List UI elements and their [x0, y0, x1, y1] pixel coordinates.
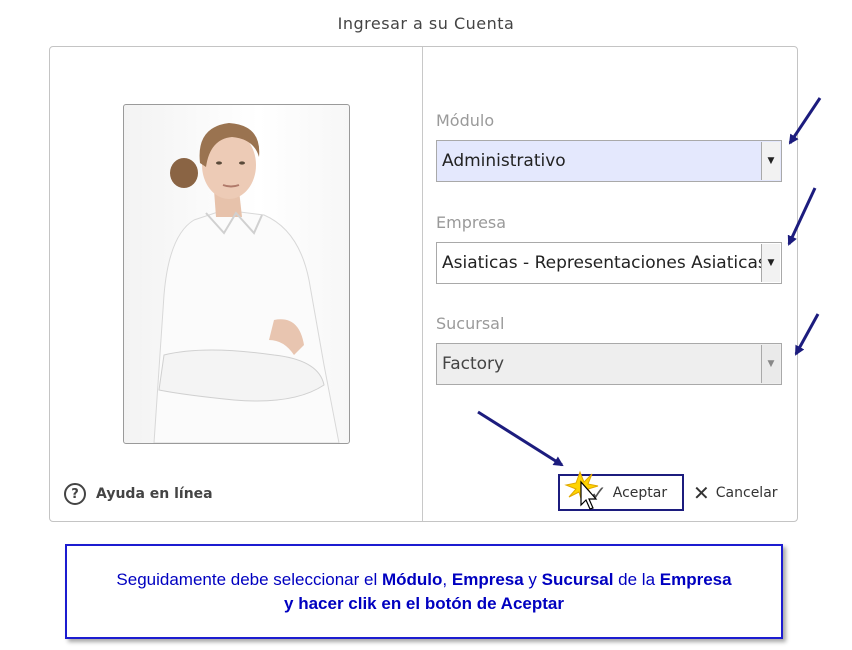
empresa-select[interactable]: Asiaticas - Representaciones Asiaticas ▼ — [436, 242, 782, 284]
question-circle-icon: ? — [64, 483, 86, 505]
accept-button[interactable]: ✓ Aceptar — [558, 474, 684, 511]
modulo-value: Administrativo — [442, 151, 566, 171]
note-text: de la — [613, 569, 660, 589]
accept-label: Aceptar — [612, 484, 668, 501]
cancel-button[interactable]: ✕ Cancelar — [693, 483, 778, 503]
instruction-note: Seguidamente debe seleccionar el Módulo,… — [65, 544, 783, 639]
note-empresa: Empresa — [659, 569, 732, 589]
annotation-arrow-icon — [794, 313, 820, 356]
note-modulo: Módulo — [381, 569, 443, 589]
help-link[interactable]: ? Ayuda en línea — [64, 483, 213, 505]
login-panel: ? Ayuda en línea Módulo Administrativo ▼… — [49, 46, 798, 522]
sucursal-value: Factory — [442, 354, 505, 374]
check-icon: ✓ — [590, 480, 607, 505]
dialog-title: Ingresar a su Cuenta — [337, 14, 515, 33]
dropdown-arrow-icon[interactable]: ▼ — [761, 345, 780, 383]
modulo-label: Módulo — [436, 111, 495, 130]
instruction-text: Seguidamente debe seleccionar el Módulo,… — [116, 568, 731, 616]
help-label: Ayuda en línea — [96, 486, 213, 502]
empresa-value: Asiaticas - Representaciones Asiaticas — [442, 253, 767, 273]
modulo-select[interactable]: Administrativo ▼ — [436, 140, 782, 182]
dropdown-arrow-icon[interactable]: ▼ — [761, 244, 780, 282]
note-empresa: Empresa — [451, 569, 524, 589]
dropdown-arrow-icon[interactable]: ▼ — [761, 142, 780, 180]
note-text: , — [442, 569, 452, 589]
sucursal-select[interactable]: Factory ▼ — [436, 343, 782, 385]
user-photo — [123, 104, 350, 444]
cancel-label: Cancelar — [715, 485, 778, 501]
note-line2: y hacer clik en el botón de Aceptar — [284, 593, 564, 613]
x-icon: ✕ — [693, 481, 710, 505]
sucursal-label: Sucursal — [436, 314, 505, 333]
note-sucursal: Sucursal — [541, 569, 614, 589]
woman-illustration — [153, 123, 340, 443]
panel-divider — [422, 47, 423, 521]
note-text: Seguidamente debe seleccionar el — [116, 569, 382, 589]
empresa-label: Empresa — [436, 213, 507, 232]
note-text: y — [523, 569, 542, 589]
